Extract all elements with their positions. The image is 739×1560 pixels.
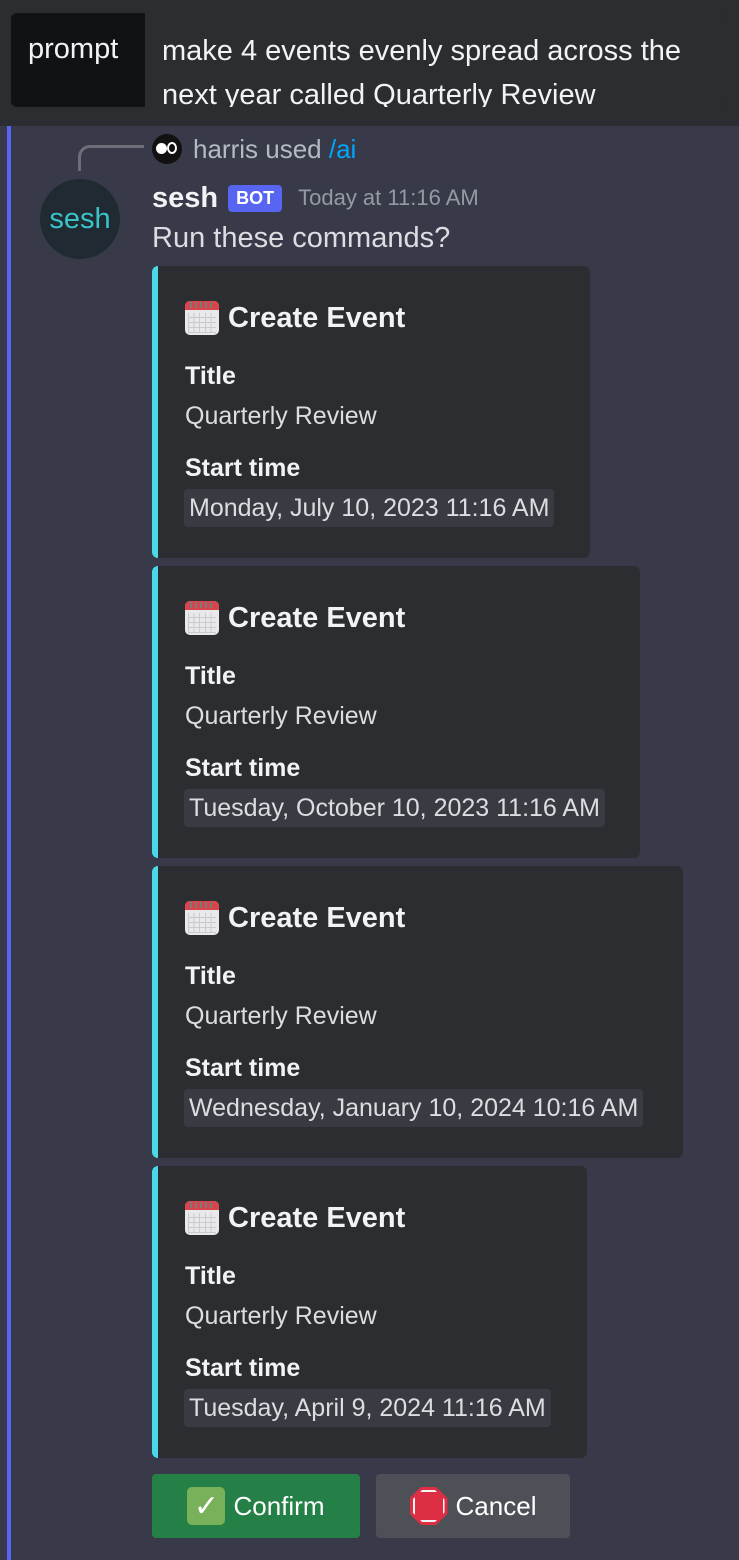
embed-title: Create Event (185, 301, 405, 335)
reply-context[interactable]: harris used /ai (193, 134, 356, 165)
embed-title-text: Create Event (228, 1201, 406, 1234)
start-time-timestamp[interactable]: Tuesday, April 9, 2024 11:16 AM (184, 1389, 551, 1427)
field-value-title: Quarterly Review (185, 1002, 377, 1030)
prompt-option: prompt make 4 events evenly spread acros… (11, 13, 725, 107)
stop-sign-icon (409, 1487, 448, 1525)
field-name-title: Title (185, 1262, 236, 1290)
field-name-title: Title (185, 962, 236, 990)
field-name-title: Title (185, 662, 236, 690)
embed-title-text: Create Event (228, 901, 406, 934)
prompt-option-name: prompt (11, 13, 145, 107)
prompt-value-line-1: make 4 events evenly spread across the (162, 35, 682, 67)
bot-tag: BOT (228, 184, 283, 212)
calendar-icon (185, 901, 219, 935)
calendar-icon (185, 1201, 219, 1235)
embed-title: Create Event (185, 1201, 405, 1235)
field-value-title: Quarterly Review (185, 1302, 377, 1330)
start-time-timestamp[interactable]: Monday, July 10, 2023 11:16 AM (184, 489, 555, 527)
field-name-start-time: Start time (185, 454, 301, 482)
embed-title-text: Create Event (228, 601, 406, 634)
embed-title: Create Event (185, 901, 405, 935)
field-value-title: Quarterly Review (185, 702, 377, 730)
message-header: sesh BOT Today at 11:16 AM (152, 178, 479, 218)
reply-username[interactable]: harris (193, 134, 258, 164)
embed-create-event: Create Event Title Quarterly Review Star… (152, 1166, 587, 1458)
confirm-button[interactable]: ✓ Confirm (152, 1474, 360, 1538)
reply-spine (78, 145, 144, 171)
discord-chat-view: prompt make 4 events evenly spread acros… (0, 0, 739, 1560)
reply-user-avatar[interactable] (152, 134, 182, 164)
embed-title: Create Event (185, 601, 405, 635)
command-options-bar: prompt make 4 events evenly spread acros… (0, 0, 739, 126)
prompt-value-line-2: next year called Quarterly Review (162, 79, 596, 107)
highlight-bar (7, 126, 11, 1560)
reply-used-text: used (265, 134, 322, 164)
start-time-timestamp[interactable]: Tuesday, October 10, 2023 11:16 AM (184, 789, 605, 827)
message-timestamp[interactable]: Today at 11:16 AM (298, 185, 479, 211)
avatar-logo-text: sesh (49, 202, 111, 235)
field-name-start-time: Start time (185, 1354, 301, 1382)
field-name-title: Title (185, 362, 236, 390)
cancel-button[interactable]: Cancel (376, 1474, 570, 1538)
start-time-timestamp[interactable]: Wednesday, January 10, 2024 10:16 AM (184, 1089, 644, 1127)
embed-title-text: Create Event (228, 301, 406, 334)
prompt-option-value: make 4 events evenly spread across the n… (145, 13, 725, 107)
field-name-start-time: Start time (185, 1054, 301, 1082)
author-name[interactable]: sesh (152, 182, 218, 215)
bot-avatar[interactable]: sesh (40, 179, 120, 259)
field-name-start-time: Start time (185, 754, 301, 782)
calendar-icon (185, 301, 219, 335)
embed-create-event: Create Event Title Quarterly Review Star… (152, 866, 683, 1158)
check-mark-icon: ✓ (187, 1487, 226, 1525)
confirm-button-label: Confirm (233, 1490, 325, 1521)
embed-create-event: Create Event Title Quarterly Review Star… (152, 266, 590, 558)
cancel-button-label: Cancel (455, 1490, 537, 1521)
message-content: Run these commands? (152, 222, 451, 254)
reply-command[interactable]: /ai (329, 134, 356, 164)
embed-create-event: Create Event Title Quarterly Review Star… (152, 566, 640, 858)
field-value-title: Quarterly Review (185, 402, 377, 430)
calendar-icon (185, 601, 219, 635)
